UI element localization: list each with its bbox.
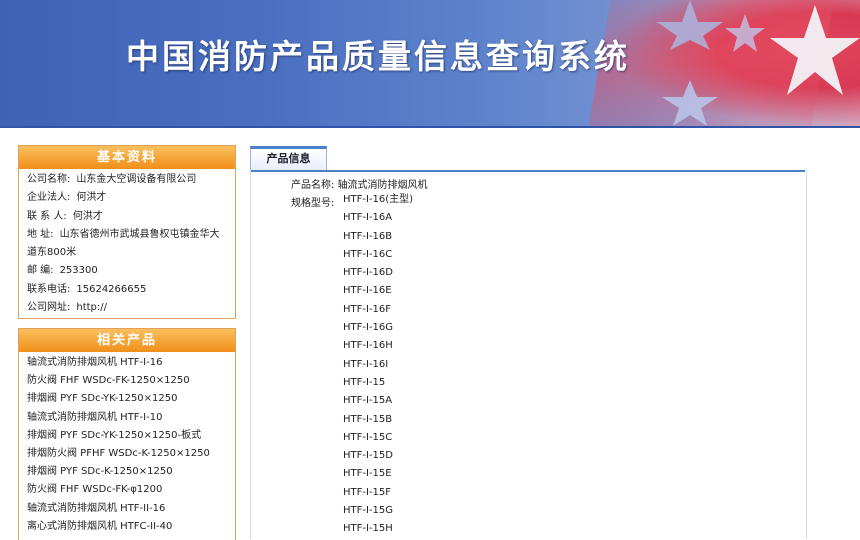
model-item: HTF-I-16A (343, 212, 393, 224)
product-name-value: 轴流式消防排烟风机 (337, 180, 428, 191)
related-product-link[interactable]: 轴流式消防排烟风机 HTF-II-16 (27, 500, 227, 518)
field-label: 地 址: (27, 228, 54, 240)
model-item: HTF-I-15C (343, 431, 393, 443)
website-link[interactable]: http:// (76, 302, 107, 313)
basic-info-heading: 基本资料 (19, 146, 235, 169)
model-item: HTF-I-15H (343, 523, 393, 535)
field-label: 企业法人: (27, 192, 71, 204)
tab-product-info[interactable]: 产品信息 (250, 146, 327, 170)
field-label: 公司名称: (27, 174, 71, 185)
model-item: HTF-I-16H (343, 340, 393, 352)
model-item: HTF-I-16I (343, 358, 389, 370)
product-info-tabbar: 产品信息 (250, 146, 805, 172)
model-item: HTF-I-16C (343, 248, 393, 260)
product-name-row: 产品名称: 轴流式消防排烟风机 (291, 176, 428, 191)
model-item: HTF-I-15E (343, 468, 392, 480)
related-product-link[interactable]: 防火阀 FHF WSDc-FK-1250×1250 (27, 372, 227, 390)
model-item: HTF-I-16E (343, 285, 392, 297)
model-item: HTF-I-15 (343, 376, 386, 388)
model-item: HTF-I-15G (343, 505, 394, 517)
model-item: HTF-I-16(主型) (343, 194, 414, 205)
related-products-panel: 相关产品 轴流式消防排烟风机 HTF-I-16 防火阀 FHF WSDc-FK-… (18, 328, 236, 540)
page-title: 中国消防产品质量信息查询系统 (126, 37, 630, 76)
related-product-link[interactable]: 轴流式消防排烟风机 HTF-I-16 (27, 354, 227, 372)
related-product-link[interactable]: 排烟阀 PYF SDc-YK-1250×1250-板式 (27, 427, 227, 445)
related-product-link[interactable]: 排烟防火阀 PFHF WSDc-K-1250×1250 (27, 445, 227, 463)
model-item: HTF-I-15A (343, 395, 393, 407)
product-name-label: 产品名称: (291, 180, 335, 191)
star-icon (660, 80, 720, 126)
website-row: 公司网址: http:// (27, 299, 227, 317)
model-item: HTF-I-16G (343, 322, 394, 334)
related-product-link[interactable]: 防火阀 FHF WSDc-FK-φ1200 (27, 481, 227, 499)
product-info-content: 产品名称: 轴流式消防排烟风机 规格型号: HTF-I-16(主型) HTF-I… (250, 170, 807, 539)
model-item: HTF-I-16D (343, 267, 393, 279)
model-item: HTF-I-16B (343, 230, 393, 242)
related-product-link[interactable]: 排烟阀 PYF SDc-YK-1250×1250 (27, 390, 227, 408)
star-icon (655, 0, 725, 50)
company-name-value: 山东金大空调设备有限公司 (76, 174, 197, 185)
address-row: 地 址: 山东省德州市武城县鲁权屯镇金华大道东800米 (27, 226, 227, 263)
legal-person-value: 何洪才 (76, 192, 107, 204)
field-label: 联 系 人: (27, 210, 67, 222)
postcode-value: 253300 (59, 265, 98, 277)
related-products-heading: 相关产品 (19, 329, 235, 352)
field-label: 公司网址: (27, 302, 71, 314)
star-icon (725, 14, 765, 52)
field-label: 邮 编: (27, 265, 54, 277)
banner-divider (0, 126, 860, 128)
header-banner: 中国消防产品质量信息查询系统 (0, 0, 860, 126)
related-product-link[interactable]: 排烟阀 PYF SDc-K-1250×1250 (27, 463, 227, 481)
related-product-link[interactable]: 离心式消防排烟风机 HTFC-II-40 (27, 518, 227, 536)
model-item: HTF-I-16F (343, 303, 392, 315)
model-label: 规格型号: (291, 198, 335, 209)
related-product-link[interactable]: 轴流式消防排烟风机 HTF-I-10 (27, 409, 227, 427)
model-item: HTF-I-15F (343, 486, 392, 498)
model-item: HTF-I-15B (343, 413, 393, 425)
address-value: 山东省德州市武城县鲁权屯镇金华大道东800米 (27, 228, 220, 259)
field-label: 联系电话: (27, 283, 71, 295)
contact-value: 何洪才 (72, 210, 103, 222)
company-name-row: 公司名称: 山东金大空调设备有限公司 (27, 171, 227, 189)
star-icon (770, 0, 860, 110)
postcode-row: 邮 编: 253300 (27, 262, 227, 280)
phone-row: 联系电话: 15624266655 (27, 281, 227, 299)
model-item: HTF-I-15D (343, 450, 393, 462)
basic-info-panel: 基本资料 公司名称: 山东金大空调设备有限公司 企业法人: 何洪才 联 系 人: 何洪… (18, 145, 236, 319)
phone-value: 15624266655 (76, 283, 147, 295)
legal-person-row: 企业法人: 何洪才 (27, 189, 227, 207)
model-list: HTF-I-16(主型) HTF-I-16A HTF-I-16B HTF-I-1… (343, 191, 413, 539)
contact-row: 联 系 人: 何洪才 (27, 208, 227, 226)
